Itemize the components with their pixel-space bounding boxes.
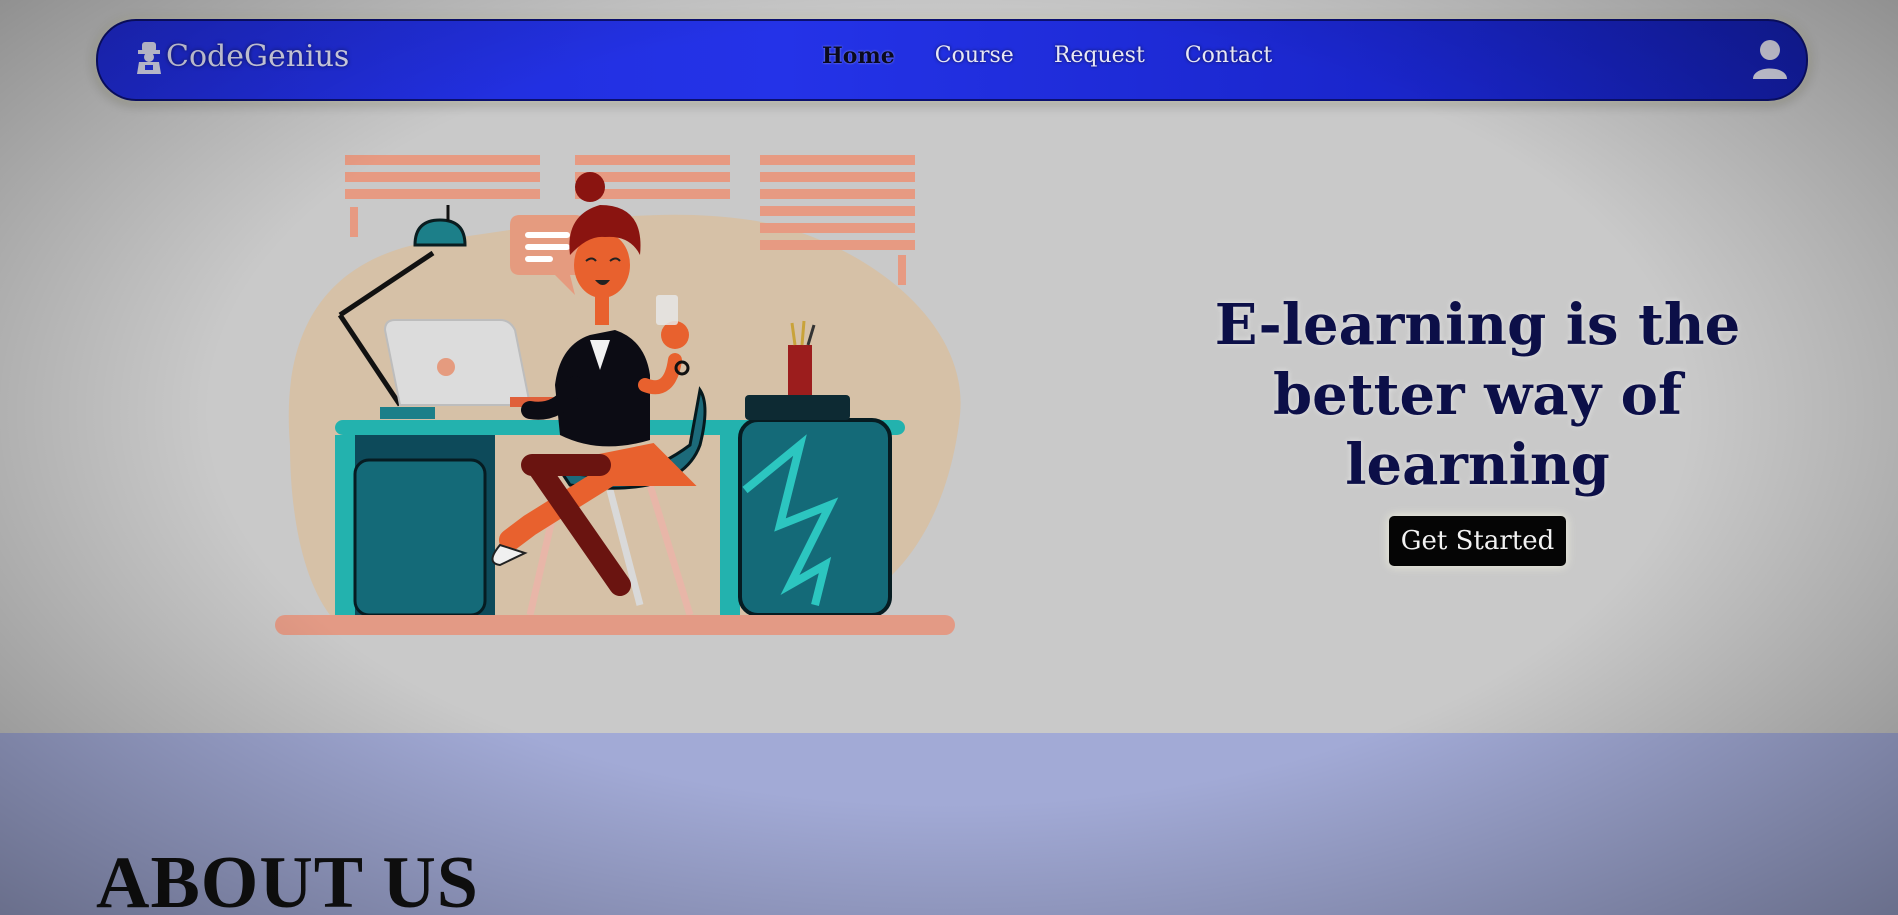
hero-section: E-learning is the better way of learning… [1140, 290, 1815, 566]
woman-working-at-desk-illustration [275, 155, 961, 635]
coffee-mug [656, 295, 678, 325]
navbar: CodeGenius Home Course Request Contact [96, 19, 1808, 101]
nav-home[interactable]: Home [822, 43, 895, 69]
about-title: ABOUT US [96, 842, 479, 915]
hero-title: E-learning is the better way of learning [1214, 292, 1741, 498]
brand-logo[interactable]: CodeGenius [134, 39, 349, 74]
nav-contact[interactable]: Contact [1185, 43, 1272, 69]
get-started-button[interactable]: Get Started [1388, 516, 1567, 566]
nav-request[interactable]: Request [1054, 43, 1145, 69]
brand-name: CodeGenius [166, 39, 350, 74]
nav-course[interactable]: Course [935, 43, 1014, 69]
nav-links: Home Course Request Contact [822, 43, 1312, 69]
floor [275, 615, 955, 635]
coder-logo-icon [137, 41, 161, 74]
about-section: ABOUT US [0, 733, 1898, 915]
user-icon[interactable] [1750, 37, 1790, 81]
